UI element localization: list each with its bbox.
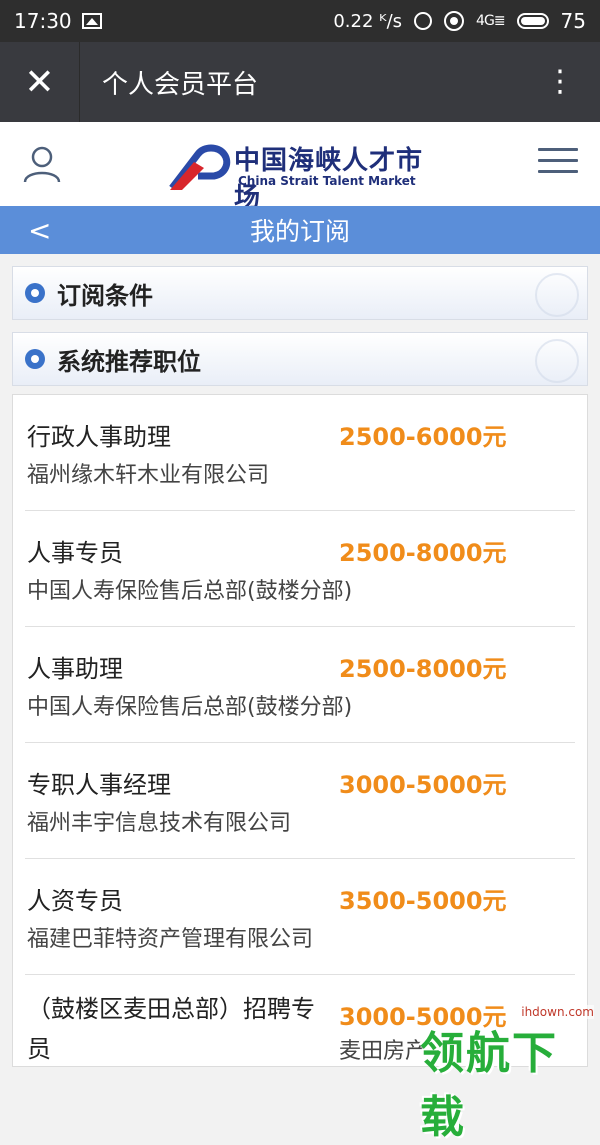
location-icon bbox=[444, 11, 465, 31]
signal-icon: 4G≣ bbox=[476, 13, 505, 29]
job-salary: 2500-8000元 bbox=[339, 539, 507, 567]
bullet-icon bbox=[25, 283, 45, 303]
job-company: 福州缘木轩木业有限公司 bbox=[27, 463, 270, 488]
net-speed: 0.22 ᴷ/s bbox=[333, 10, 403, 32]
job-title: 行政人事助理 bbox=[27, 423, 171, 451]
site-logo: 中国海峡人才市场 China Strait Talent Market bbox=[168, 140, 448, 213]
job-title: 人资专员 bbox=[27, 887, 123, 915]
logo-english-text: China Strait Talent Market bbox=[238, 174, 416, 188]
alarm-icon bbox=[414, 12, 433, 30]
job-title: 人事专员 bbox=[27, 539, 123, 567]
decorative-pattern-icon bbox=[535, 339, 579, 383]
job-list-item[interactable]: 行政人事助理 2500-6000元 福州缘木轩木业有限公司 bbox=[25, 395, 575, 511]
job-company: 福建巴菲特资产管理有限公司 bbox=[27, 927, 314, 952]
more-vertical-icon[interactable]: ⋮ bbox=[520, 67, 600, 97]
job-list-item[interactable]: 人事助理 2500-8000元 中国人寿保险售后总部(鼓楼分部) bbox=[25, 627, 575, 743]
back-icon[interactable]: < bbox=[28, 214, 51, 247]
menu-icon[interactable] bbox=[538, 148, 578, 180]
job-list-item[interactable]: 专职人事经理 3000-5000元 福州丰宇信息技术有限公司 bbox=[25, 743, 575, 859]
watermark-text: 领航下载 bbox=[420, 1028, 558, 1143]
image-notification-icon bbox=[81, 13, 102, 29]
job-salary: 3000-5000元 bbox=[339, 771, 507, 799]
battery-level: 75 bbox=[560, 9, 586, 33]
job-title: 人事助理 bbox=[27, 655, 123, 683]
battery-icon bbox=[516, 13, 549, 29]
job-salary: 2500-8000元 bbox=[339, 655, 507, 683]
job-list: 行政人事助理 2500-6000元 福州缘木轩木业有限公司 人事专员 2500-… bbox=[12, 394, 588, 1067]
page-title: 我的订阅 bbox=[249, 217, 350, 246]
section-label: 订阅条件 bbox=[57, 281, 153, 310]
job-company: 中国人寿保险售后总部(鼓楼分部) bbox=[27, 695, 353, 720]
site-header: 中国海峡人才市场 China Strait Talent Market bbox=[0, 122, 600, 213]
app-title: 个人会员平台 bbox=[102, 69, 259, 100]
page-title-bar: < 我的订阅 bbox=[0, 206, 600, 254]
job-list-item[interactable]: 人资专员 3500-5000元 福建巴菲特资产管理有限公司 bbox=[25, 859, 575, 975]
job-company: 麦田房产 bbox=[339, 1039, 428, 1064]
job-salary: 3500-5000元 bbox=[339, 887, 507, 915]
status-time: 17:30 bbox=[14, 9, 72, 33]
job-company: 福州丰宇信息技术有限公司 bbox=[27, 811, 292, 836]
close-icon[interactable]: ✕ bbox=[0, 42, 80, 122]
section-label: 系统推荐职位 bbox=[57, 347, 201, 376]
status-bar: 17:30 0.22 ᴷ/s 4G≣ 75 bbox=[0, 0, 600, 42]
decorative-pattern-icon bbox=[535, 273, 579, 317]
logo-mark-icon bbox=[169, 144, 231, 191]
section-subscription-conditions[interactable]: 订阅条件 bbox=[12, 266, 588, 320]
job-list-item[interactable]: 人事专员 2500-8000元 中国人寿保险售后总部(鼓楼分部) bbox=[25, 511, 575, 627]
bullet-icon bbox=[25, 349, 45, 369]
job-company: 中国人寿保险售后总部(鼓楼分部) bbox=[27, 579, 353, 604]
job-title: （鼓楼区麦田总部）招聘专员 bbox=[27, 995, 315, 1063]
job-title: 专职人事经理 bbox=[27, 771, 171, 799]
job-salary: 2500-6000元 bbox=[339, 423, 507, 451]
section-recommended-jobs[interactable]: 系统推荐职位 bbox=[12, 332, 588, 386]
watermark: ihdown.com 领航下载 bbox=[420, 1003, 600, 1143]
user-icon[interactable] bbox=[22, 144, 62, 184]
app-bar: ✕ 个人会员平台 ⋮ bbox=[0, 42, 600, 122]
